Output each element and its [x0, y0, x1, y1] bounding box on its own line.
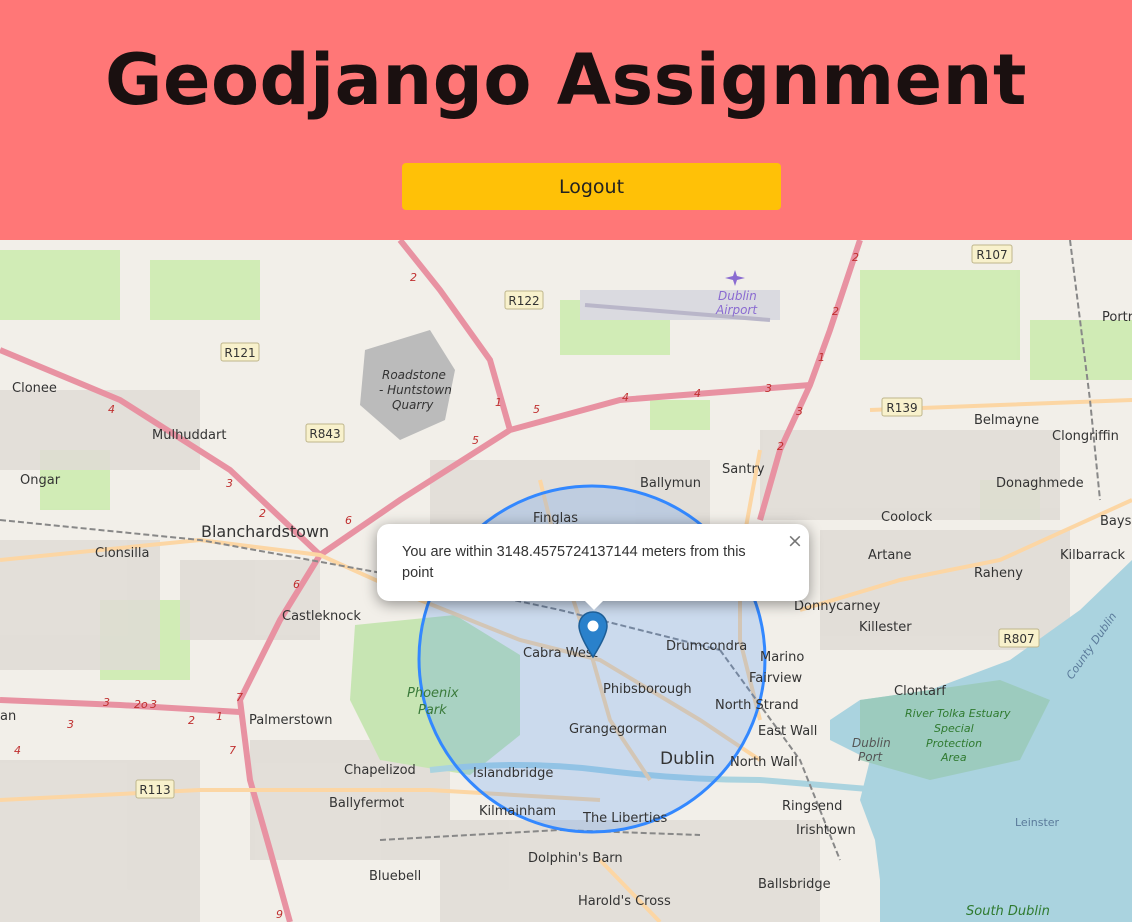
place-label: Blanchardstown: [201, 522, 329, 541]
place-label: Phibsborough: [603, 682, 692, 697]
place-label: South Dublin: [966, 904, 1050, 919]
place-label: Donaghmede: [996, 476, 1084, 491]
place-label: Quarry: [392, 398, 434, 412]
place-label: Dublin: [660, 749, 715, 769]
place-label: Belmayne: [974, 413, 1039, 428]
road-number: 2: [832, 305, 839, 318]
place-label: Grangegorman: [569, 722, 667, 737]
place-label: Bays: [1100, 514, 1132, 529]
place-label: Leinster: [1015, 816, 1060, 829]
road-number: 2: [410, 271, 417, 284]
road-number: 2: [852, 251, 859, 264]
road-number: 2o: [134, 698, 148, 711]
road-number: 3: [765, 382, 772, 395]
road-number: 4: [622, 391, 629, 404]
place-label: Fairview: [749, 671, 803, 686]
road-number: 9: [276, 908, 283, 921]
place-label: Special: [934, 722, 974, 735]
road-label-r121: R121: [224, 346, 255, 360]
place-label: Ballsbridge: [758, 877, 831, 892]
road-number: 5: [533, 403, 540, 416]
place-label: East Wall: [758, 724, 817, 739]
road-number: 1: [495, 396, 502, 409]
place-label: Protection: [926, 737, 982, 750]
road-number: 4: [694, 387, 701, 400]
place-label: Ballyfermot: [329, 796, 404, 811]
place-label: Dolphin's Barn: [528, 851, 623, 866]
place-label: Ongar: [20, 473, 61, 488]
place-label: an: [0, 709, 16, 724]
place-label: Mulhuddart: [152, 428, 226, 443]
road-number: 7: [229, 744, 236, 757]
place-label: Irishtown: [796, 823, 856, 838]
road-number: 3: [796, 405, 803, 418]
place-label: Killester: [859, 620, 912, 635]
place-label: Bluebell: [369, 869, 421, 884]
place-label: Palmerstown: [249, 713, 333, 728]
road-number: 3: [150, 698, 157, 711]
place-label: North Wall: [730, 755, 798, 770]
road-number: 4: [108, 403, 115, 416]
place-label: Coolock: [881, 510, 933, 525]
road-number: 3: [226, 477, 233, 490]
popup-text: You are within 3148.4575724137144 meters…: [402, 544, 746, 581]
road-number: 3: [103, 696, 110, 709]
info-popup: You are within 3148.4575724137144 meters…: [377, 524, 809, 601]
place-label: Kilmainham: [479, 804, 556, 819]
road-label-r843: R843: [309, 427, 340, 441]
place-label: - Huntstown: [379, 383, 452, 397]
place-label: Raheny: [974, 566, 1023, 581]
place-label: Phoenix: [407, 686, 459, 701]
road-label-r107: R107: [976, 248, 1007, 262]
place-label: Airport: [715, 303, 758, 317]
road-number: 1: [818, 351, 825, 364]
road-number: 2: [259, 507, 266, 520]
place-label: Clonee: [12, 381, 57, 396]
place-label: The Liberties: [582, 811, 667, 826]
road-label-r113: R113: [139, 783, 170, 797]
road-number: 2: [777, 440, 784, 453]
place-label: Area: [940, 751, 967, 764]
map-marker-icon[interactable]: [577, 611, 609, 659]
place-label: Donnycarney: [794, 599, 881, 614]
place-label: Clontarf: [894, 684, 946, 699]
place-label: Park: [418, 703, 447, 718]
road-label-r139: R139: [886, 401, 917, 415]
road-number: 5: [472, 434, 479, 447]
popup-tip: [582, 598, 606, 610]
road-number: 4: [14, 744, 21, 757]
road-label-r807: R807: [1003, 632, 1034, 646]
place-label: Islandbridge: [473, 766, 553, 781]
page-header: Geodjango Assignment Logout: [0, 0, 1132, 240]
place-label: Santry: [722, 462, 765, 477]
place-label: Port: [858, 750, 884, 764]
page-title: Geodjango Assignment: [105, 39, 1027, 121]
place-label: Dublin: [852, 736, 891, 750]
road-number: 7: [236, 691, 243, 704]
place-label: Harold's Cross: [578, 894, 671, 909]
place-label: River Tolka Estuary: [905, 707, 1011, 720]
close-icon[interactable]: ×: [786, 530, 804, 552]
place-label: Castleknock: [282, 609, 361, 624]
road-number: 6: [345, 514, 352, 527]
place-label: Kilbarrack: [1060, 548, 1126, 563]
road-number: 3: [67, 718, 74, 731]
road-label-r122: R122: [508, 294, 539, 308]
place-label: Ringsend: [782, 799, 842, 814]
place-label: Marino: [760, 650, 804, 665]
place-label: Ballymun: [640, 476, 701, 491]
place-label: Clongriffin: [1052, 429, 1119, 444]
place-label: North Strand: [715, 698, 799, 713]
logout-button[interactable]: Logout: [402, 163, 781, 210]
place-label: Portr: [1102, 310, 1132, 325]
place-label: Roadstone: [382, 368, 446, 382]
place-label: Dublin: [718, 289, 757, 303]
place-label: Drumcondra: [666, 639, 747, 654]
place-label: Chapelizod: [344, 763, 416, 778]
place-label: Artane: [868, 548, 912, 563]
road-number: 6: [293, 578, 300, 591]
road-number: 2: [188, 714, 195, 727]
place-label: Clonsilla: [95, 546, 149, 561]
road-number: 1: [216, 710, 223, 723]
